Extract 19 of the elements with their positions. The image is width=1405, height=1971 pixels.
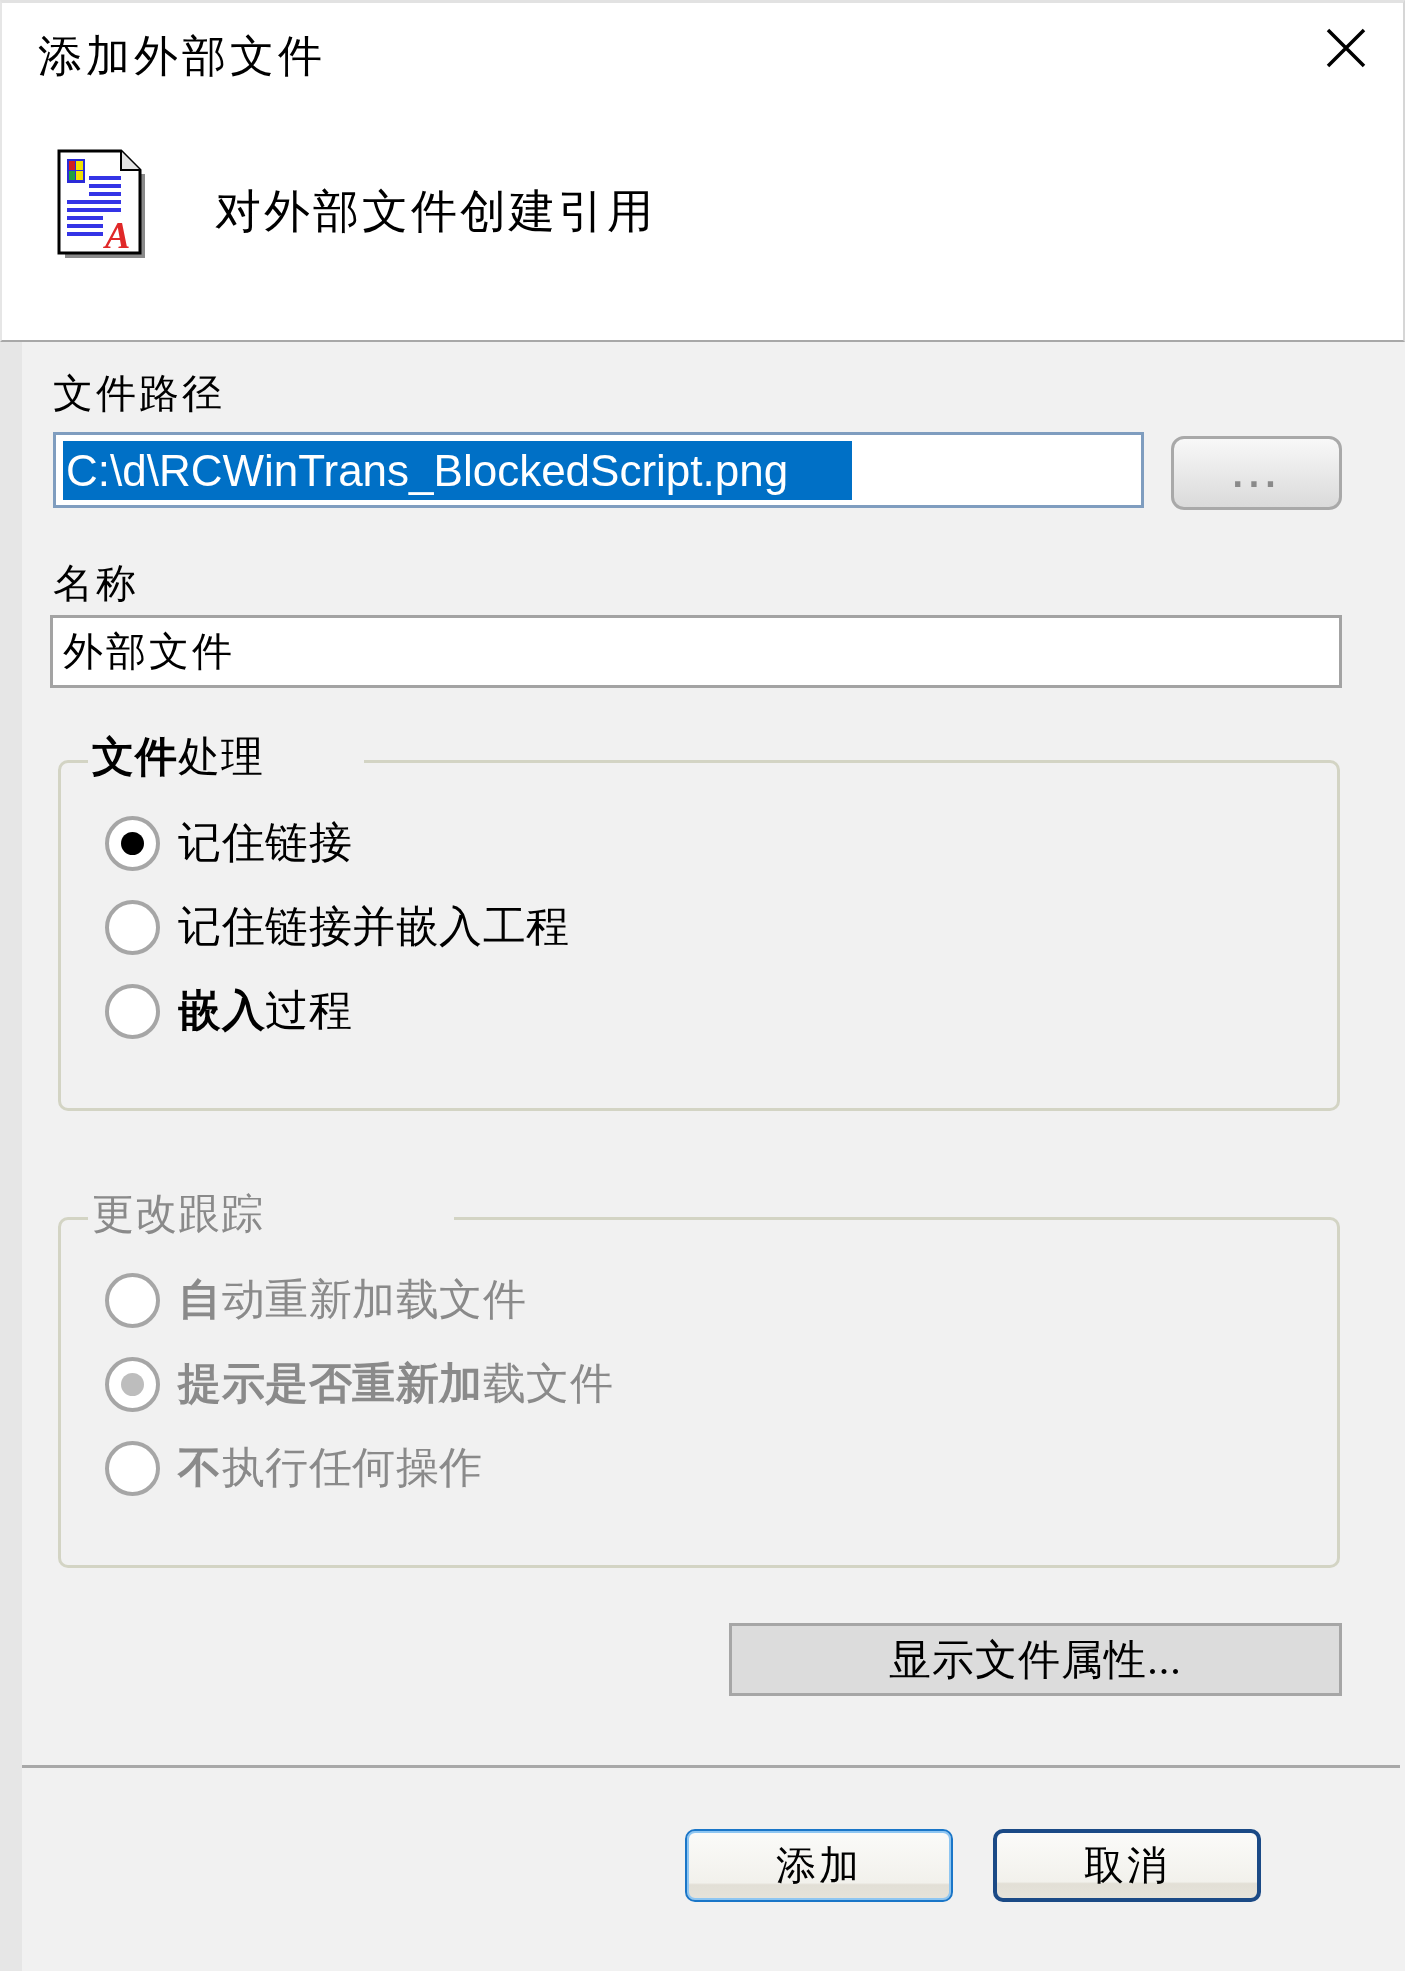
- dialog-subtitle: 对外部文件创建引用: [215, 185, 656, 240]
- dialog-button[interactable]: 取消: [993, 1829, 1261, 1902]
- group-title: 更改跟踪: [92, 1191, 264, 1237]
- document-icon: [57, 149, 145, 258]
- text-selection: C:\d\RCWinTrans_BlockedScript.png: [63, 440, 853, 500]
- radio-option[interactable]: 嵌入过程: [105, 983, 352, 1039]
- properties-button[interactable]: 显示文件属性...: [729, 1623, 1342, 1696]
- radio-option[interactable]: 记住链接并嵌入工程: [105, 899, 570, 955]
- path-field[interactable]: C:\d\RCWinTrans_BlockedScript.png: [53, 432, 1144, 508]
- field-label: 文件路径: [53, 369, 225, 418]
- close-icon: [1326, 27, 1366, 68]
- dialog-title: 添加外部文件: [38, 30, 326, 83]
- field-label: 名称: [53, 559, 139, 608]
- name-field[interactable]: 外部文件: [50, 615, 1342, 688]
- icon-letter: A: [105, 214, 131, 256]
- radio-option[interactable]: 记住链接: [105, 815, 352, 871]
- group-title: 文件处理: [92, 734, 264, 780]
- dialog-button[interactable]: 添加: [685, 1829, 953, 1902]
- close-button[interactable]: [1326, 27, 1366, 68]
